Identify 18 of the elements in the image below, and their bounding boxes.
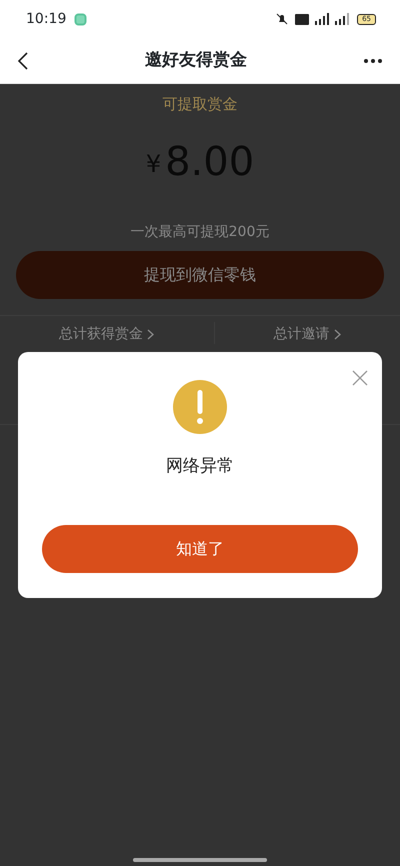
chevron-icon: [147, 328, 154, 340]
confirm-button[interactable]: 知道了: [42, 524, 358, 572]
stat-link[interactable]: 总计获得赏金: [58, 323, 156, 346]
signal-icon: [313, 13, 330, 25]
balance-label: 可提取赏金: [162, 94, 238, 115]
dialog-message: 网络异常: [166, 455, 234, 478]
withdraw-limit-note: 一次最高可提现200元: [130, 223, 270, 242]
withdraw-button[interactable]: 提现到微信零钱: [16, 251, 384, 299]
stat-link[interactable]: 总计邀请: [272, 323, 342, 346]
close-button[interactable]: [352, 370, 368, 386]
page-title: 邀好友得赏金: [145, 48, 247, 72]
currency-symbol: ¥: [146, 149, 162, 180]
app-notification-icon: [74, 12, 88, 26]
signal-icon: [333, 13, 350, 25]
chevron-icon: [334, 328, 341, 340]
status-time: 10:19: [26, 10, 66, 28]
more-icon: [363, 58, 383, 64]
warning-icon: [173, 380, 227, 434]
